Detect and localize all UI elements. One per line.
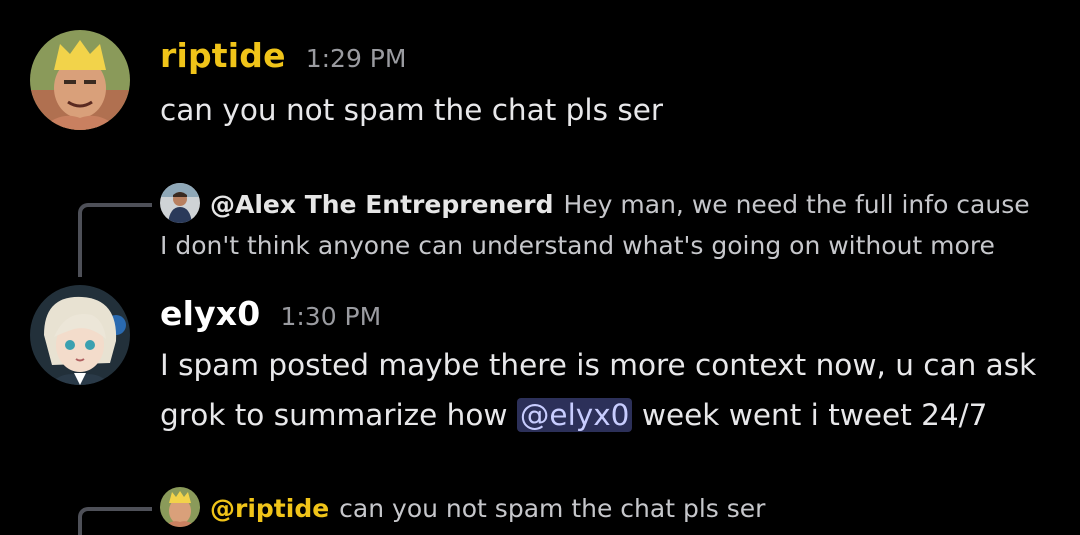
reply-preview[interactable]: @riptide can you not spam the chat pls se… [160, 487, 1040, 529]
message-content: I spam posted maybe there is more contex… [160, 340, 1050, 440]
reply-spine [78, 507, 152, 535]
message-content: can you not spam the chat pls ser [160, 93, 663, 127]
username[interactable]: elyx0 [160, 294, 260, 333]
reply-username[interactable]: @Alex The Entreprenerd [210, 190, 553, 219]
username[interactable]: riptide [160, 36, 286, 75]
avatar-alex [160, 183, 200, 223]
avatar-riptide[interactable] [30, 30, 130, 130]
user-mention[interactable]: @elyx0 [516, 398, 633, 432]
reply-username[interactable]: @riptide [210, 494, 329, 523]
message-text-after: week went i tweet 24/7 [632, 398, 988, 432]
reply-text: can you not spam the chat pls ser [339, 494, 766, 523]
timestamp: 1:29 PM [305, 44, 407, 73]
timestamp: 1:30 PM [280, 302, 382, 331]
avatar-elyx0[interactable] [30, 285, 130, 385]
reply-spine [78, 203, 152, 277]
avatar-riptide-small [160, 487, 200, 527]
reply-preview[interactable]: @Alex The Entreprenerd Hey man, we need t… [160, 183, 1040, 266]
chat-messages: riptide 1:29 PM can you not spam the cha… [0, 0, 1080, 535]
